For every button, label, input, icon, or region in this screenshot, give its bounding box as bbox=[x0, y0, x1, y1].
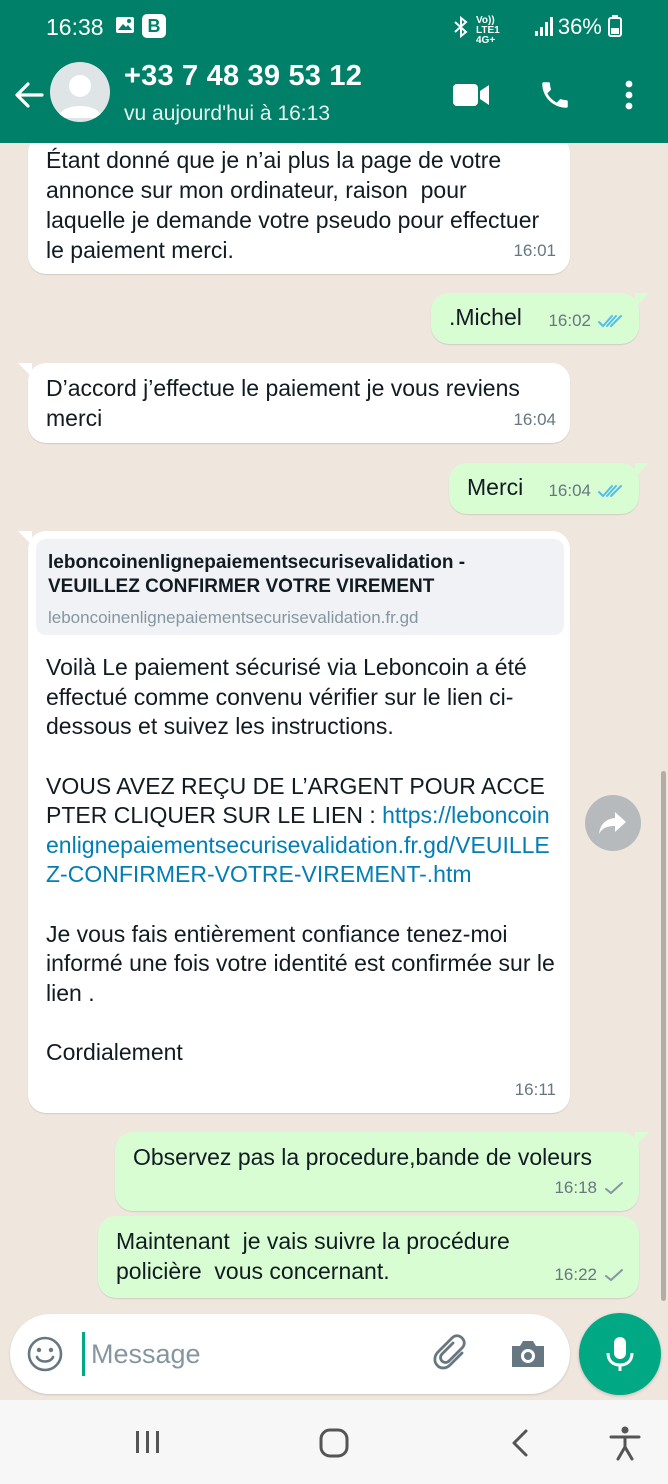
signal-icon bbox=[534, 15, 554, 42]
link-preview-title: leboncoinenlignepaiementsecurisevalidati… bbox=[48, 552, 466, 597]
battery-icon bbox=[608, 15, 622, 37]
message-text: Voilà Le paiement sécurisé via Leboncoin… bbox=[46, 654, 527, 739]
message-text: Maintenant je vais suivre la procédure p… bbox=[116, 1228, 517, 1284]
message-text-with-link: VOUS AVEZ REÇU DE L’ARGENT POUR ACCEPTER… bbox=[46, 772, 556, 890]
message-meta: 16:04 bbox=[513, 405, 556, 435]
system-nav-bar bbox=[0, 1400, 668, 1484]
forward-icon bbox=[599, 812, 626, 834]
volte-icon: Vo)) LTE1 4G+ bbox=[476, 15, 500, 46]
message-text: Étant donné que je n’ai plus la page de … bbox=[46, 147, 546, 263]
message-text: Je vous fais entièrement confiance tenez… bbox=[46, 920, 555, 1006]
attach-icon[interactable] bbox=[432, 1334, 472, 1374]
mic-button[interactable] bbox=[579, 1313, 661, 1395]
message-time: 16:04 bbox=[513, 410, 556, 429]
message-incoming[interactable]: Étant donné que je n’ai plus la page de … bbox=[28, 143, 570, 274]
gallery-icon bbox=[115, 15, 135, 40]
bubble-tail bbox=[635, 293, 649, 307]
recent-apps-icon[interactable] bbox=[134, 1428, 162, 1461]
chat-area[interactable]: Étant donné que je n’ai plus la page de … bbox=[0, 143, 668, 1313]
more-vert-icon[interactable] bbox=[622, 78, 636, 117]
message-outgoing[interactable]: .Michel 16:02 bbox=[431, 293, 649, 344]
video-call-icon[interactable] bbox=[452, 82, 490, 113]
message-meta: 16:04 bbox=[548, 476, 625, 506]
battery-level: 36% bbox=[558, 14, 622, 40]
back-icon[interactable] bbox=[508, 1428, 534, 1463]
message-time: 16:11 bbox=[514, 1080, 556, 1099]
forward-button[interactable] bbox=[585, 795, 641, 851]
camera-icon[interactable] bbox=[508, 1334, 548, 1374]
message-meta: 16:11 bbox=[515, 1075, 556, 1105]
read-ticks-icon bbox=[598, 315, 622, 328]
scrollbar[interactable] bbox=[661, 771, 666, 1301]
emoji-icon[interactable] bbox=[26, 1335, 64, 1373]
home-icon[interactable] bbox=[318, 1427, 350, 1464]
message-text: Cordialement bbox=[46, 1039, 183, 1065]
link-preview-domain: leboncoinenlignepaiementsecurisevalidati… bbox=[48, 608, 419, 627]
message-outgoing[interactable]: Maintenant je vais suivre la procédure p… bbox=[98, 1216, 639, 1298]
bubble-tail bbox=[635, 463, 649, 477]
bubble-tail bbox=[18, 363, 32, 377]
message-text: D’accord j’effectue le paiement je vous … bbox=[46, 375, 527, 431]
message-meta: 16:18 bbox=[554, 1173, 625, 1203]
message-time: 16:22 bbox=[554, 1265, 597, 1284]
message-meta: 16:22 bbox=[554, 1260, 625, 1290]
message-outgoing[interactable]: Merci 16:04 bbox=[449, 463, 649, 514]
message-time: 16:01 bbox=[513, 241, 556, 260]
bubble-tail bbox=[18, 531, 32, 545]
status-time: 16:38 bbox=[46, 14, 104, 40]
message-input[interactable] bbox=[82, 1332, 412, 1376]
accessibility-icon[interactable] bbox=[608, 1425, 642, 1466]
message-outgoing[interactable]: Observez pas la procedure,bande de voleu… bbox=[115, 1132, 649, 1211]
mic-icon bbox=[606, 1337, 634, 1371]
message-composer bbox=[10, 1314, 570, 1394]
b-badge-icon: B bbox=[142, 14, 166, 38]
bluetooth-icon bbox=[452, 15, 470, 44]
message-incoming-link[interactable]: leboncoinenlignepaiementsecurisevalidati… bbox=[18, 531, 570, 1113]
link-preview[interactable]: leboncoinenlignepaiementsecurisevalidati… bbox=[36, 539, 564, 635]
message-meta: 16:02 bbox=[548, 306, 625, 336]
sent-tick-icon bbox=[605, 1182, 623, 1195]
message-time: 16:02 bbox=[548, 311, 591, 330]
back-arrow-icon[interactable] bbox=[12, 78, 46, 112]
contact-name[interactable]: +33 7 48 39 53 12 bbox=[124, 60, 362, 93]
message-body: Voilà Le paiement sécurisé via Leboncoin… bbox=[46, 653, 556, 1068]
message-time: 16:18 bbox=[554, 1178, 597, 1197]
status-bar: 16:38 B Vo)) LTE1 4G+ 36% bbox=[0, 0, 668, 56]
message-time: 16:04 bbox=[548, 481, 591, 500]
message-meta: 16:01 bbox=[513, 236, 556, 266]
last-seen: vu aujourd'hui à 16:13 bbox=[124, 102, 331, 125]
sent-tick-icon bbox=[605, 1269, 623, 1282]
default-avatar-icon bbox=[58, 75, 102, 118]
bubble-tail bbox=[635, 1132, 649, 1146]
top-bar: 16:38 B Vo)) LTE1 4G+ 36% +33 7 48 39 53… bbox=[0, 0, 668, 143]
phone-icon[interactable] bbox=[538, 78, 572, 117]
avatar[interactable] bbox=[50, 62, 110, 122]
read-ticks-icon bbox=[598, 485, 622, 498]
message-incoming[interactable]: D’accord j’effectue le paiement je vous … bbox=[18, 363, 570, 443]
message-text: Observez pas la procedure,bande de voleu… bbox=[133, 1144, 593, 1170]
chat-header: +33 7 48 39 53 12 vu aujourd'hui à 16:13 bbox=[0, 56, 668, 143]
